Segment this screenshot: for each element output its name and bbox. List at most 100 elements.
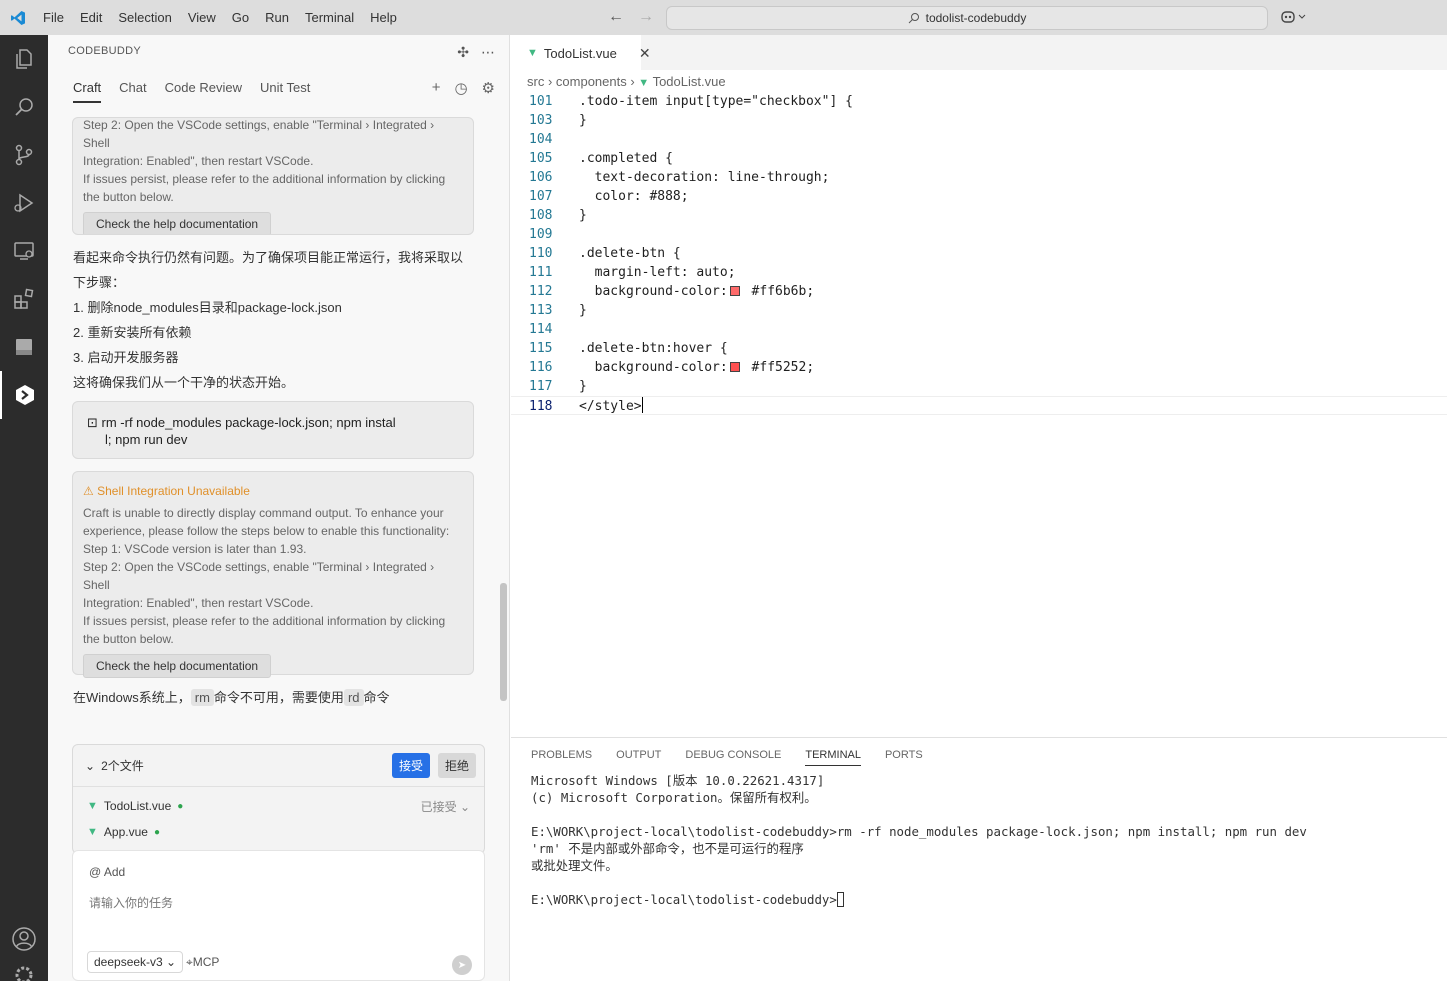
vue-file-icon: ▼ [87,826,98,838]
panel-tabs: PROBLEMS OUTPUT DEBUG CONSOLE TERMINAL P… [531,749,923,766]
note-text: 命令不可用，需要使用 [213,690,344,705]
accepted-status[interactable]: 已接受 ⌄ [421,798,470,815]
terminal-line: 'rm' 不是内部或外部命令，也不是可运行的程序 [531,841,804,856]
add-context-button[interactable]: @ Add [89,865,125,879]
code-line: 109 [511,225,1447,244]
more-actions-icon[interactable]: ⋯ [481,44,495,61]
line-number: 115 [529,341,553,356]
title-bar: File Edit Selection View Go Run Terminal… [0,0,1447,35]
inline-code: rd [343,689,364,706]
note-text: 在Windows系统上， [73,690,191,705]
line-number: 113 [529,303,553,318]
message-line: 3. 启动开发服务器 [73,350,179,365]
accept-button[interactable]: 接受 [391,753,430,778]
close-icon[interactable]: ✕ [639,45,651,62]
menu-file[interactable]: File [35,0,72,35]
tab-code-review[interactable]: Code Review [165,80,242,103]
windows-note: 在Windows系统上， rm 命令不可用，需要使用 rd 命令 [73,685,390,710]
breadcrumb-file[interactable]: TodoList.vue [653,74,726,89]
code-line: 104 [511,130,1447,149]
tab-debug-console[interactable]: DEBUG CONSOLE [685,749,781,766]
command-block[interactable]: ⊡ rm -rf node_modules package-lock.json;… [72,401,474,459]
source-control-icon[interactable] [0,131,48,179]
code-text: .completed { [579,151,673,166]
tab-craft[interactable]: Craft [73,80,102,103]
extensions-icon[interactable] [0,275,48,323]
remote-explorer-icon[interactable] [0,227,48,275]
new-chat-icon[interactable]: ✣ [457,44,469,61]
vue-file-icon: ▼ [87,800,98,812]
settings-icon[interactable]: ⚙ [482,79,495,97]
menu-edit[interactable]: Edit [72,0,110,35]
account-icon[interactable] [0,915,48,963]
copilot-icon[interactable] [1280,9,1308,28]
card-text: Step 2: Open the VSCode settings, enable… [83,118,435,150]
history-icon[interactable]: ◷ [454,79,467,97]
file-count: 2个文件 [101,759,144,773]
code-text: background-color: #ff5252; [579,360,815,375]
terminal-line: Microsoft Windows [版本 10.0.22621.4317] [531,773,825,788]
settings-gear-icon[interactable] [0,963,48,981]
breadcrumb-components[interactable]: components [556,74,627,89]
line-number: 116 [529,360,553,375]
codebuddy-icon[interactable] [0,371,48,419]
code-text: background-color: #ff6b6b; [579,284,815,299]
line-number: 110 [529,246,553,261]
breadcrumb-src[interactable]: src [527,74,544,89]
help-documentation-button[interactable]: Check the help documentation [83,654,272,678]
menu-help[interactable]: Help [362,0,405,35]
forward-arrow-icon[interactable]: → [638,8,654,26]
model-select[interactable]: deepseek-v3 ⌄ [87,951,184,973]
code-text: color: #888; [579,189,689,204]
editor-tab-todolist[interactable]: ▼ TodoList.vue ✕ [511,35,651,70]
menu-run[interactable]: Run [257,0,297,35]
tab-unit-test[interactable]: Unit Test [260,80,310,103]
color-swatch-icon[interactable] [729,286,740,296]
terminal-output[interactable]: Microsoft Windows [版本 10.0.22621.4317] (c… [531,772,1307,908]
command-center[interactable]: todolist-codebuddy [666,6,1268,30]
run-debug-icon[interactable] [0,179,48,227]
add-icon[interactable]: + [432,79,441,97]
menu-view[interactable]: View [180,0,224,35]
card-text: Step 1: VSCode version is later than 1.9… [83,542,307,556]
line-number: 107 [529,189,553,204]
code-line: 113} [511,301,1447,320]
changed-file-item[interactable]: ▼ App.vue ● [73,819,484,845]
terminal-icon: ⊡ [87,415,98,430]
card-text: Integration: Enabled", then restart VSCo… [83,596,314,610]
scrollbar-thumb[interactable] [500,583,507,701]
search-icon[interactable] [0,83,48,131]
tab-terminal[interactable]: TERMINAL [805,749,861,766]
back-arrow-icon[interactable]: ← [608,8,624,26]
shell-integration-card: Step 2: Open the VSCode settings, enable… [72,117,474,235]
code-text: </style> [579,397,643,414]
code-line: 105 .completed { [511,149,1447,168]
line-number: 105 [529,151,553,166]
code-text: } [579,208,587,223]
menu-selection[interactable]: Selection [110,0,179,35]
code-editor[interactable]: 101 .todo-item input[type="checkbox"] {10… [511,92,1447,415]
tab-problems[interactable]: PROBLEMS [531,749,592,766]
panel-toggle-icon[interactable] [0,323,48,371]
reject-button[interactable]: 拒绝 [437,753,476,778]
card-text: Craft is unable to directly display comm… [83,506,444,520]
file-name: App.vue [103,825,148,839]
color-swatch-icon[interactable] [729,362,740,372]
help-documentation-button[interactable]: Check the help documentation [83,212,272,234]
line-number: 114 [529,322,553,337]
explorer-icon[interactable] [0,35,48,83]
navigation-arrows: ← → [608,8,654,26]
task-input[interactable]: 请输入你的任务 [89,894,173,911]
card-text: If issues persist, please refer to the a… [83,172,446,186]
menu-go[interactable]: Go [224,0,257,35]
sidebar-title-actions: ✣ ⋯ [457,44,495,61]
code-line: 110 .delete-btn { [511,244,1447,263]
mcp-button[interactable]: ⌖MCP [186,955,219,970]
tab-chat[interactable]: Chat [119,80,146,103]
tab-ports[interactable]: PORTS [885,749,923,766]
code-line: 116 background-color: #ff5252; [511,358,1447,377]
menu-terminal[interactable]: Terminal [297,0,362,35]
terminal-line: E:\WORK\project-local\todolist-codebuddy… [531,824,1307,839]
tab-output[interactable]: OUTPUT [616,749,661,766]
send-icon[interactable]: ➤ [452,955,472,975]
